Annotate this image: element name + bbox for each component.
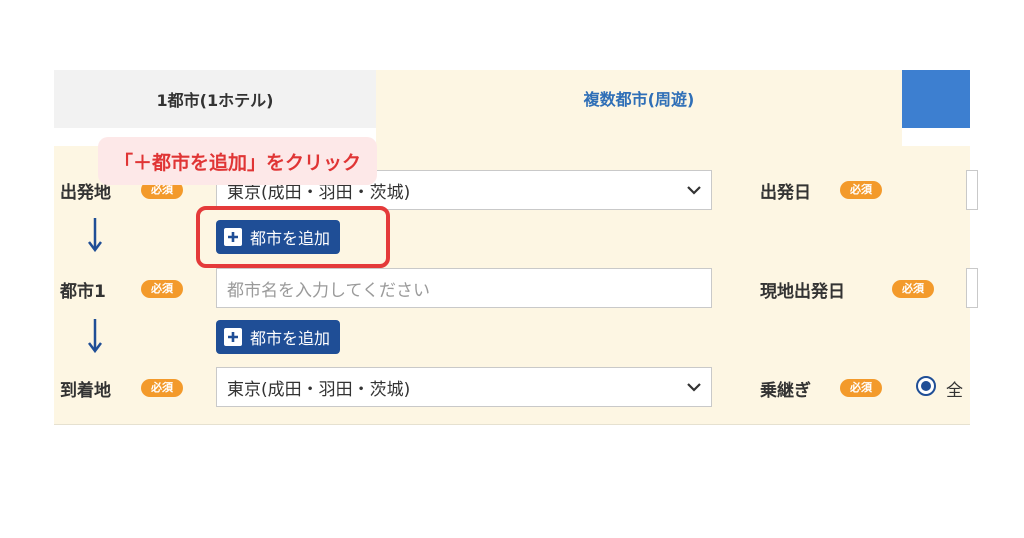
required-badge: 必須 (840, 379, 882, 397)
city1-label: 都市1 (60, 282, 106, 302)
local-departure-date-input[interactable] (966, 268, 978, 308)
callout-text: 「＋都市を追加」をクリック (114, 151, 362, 174)
local-departure-date-label: 現地出発日 (760, 282, 845, 302)
required-badge: 必須 (141, 280, 183, 298)
transfer-option-label: 全 (946, 381, 963, 401)
plus-icon (224, 328, 242, 346)
tab-single-city-label: 1都市(1ホテル) (156, 91, 274, 110)
required-badge: 必須 (141, 379, 183, 397)
tab-multi-city[interactable]: 複数都市(周遊) (376, 70, 902, 150)
departure-date-label: 出発日 (760, 183, 811, 203)
add-city-button-2[interactable]: 都市を追加 (216, 320, 341, 354)
tab-extra[interactable] (902, 70, 970, 128)
transfer-label: 乗継ぎ (760, 381, 811, 401)
required-badge: 必須 (840, 181, 882, 199)
transfer-radio[interactable] (916, 376, 936, 396)
tab-single-city[interactable]: 1都市(1ホテル) (54, 70, 377, 128)
add-city-button-label: 都市を追加 (250, 229, 331, 248)
arrival-value: 東京(成田・羽田・茨城) (227, 379, 411, 400)
add-city-button[interactable]: 都市を追加 (216, 220, 341, 254)
arrival-label: 到着地 (60, 381, 111, 401)
plus-icon (224, 228, 242, 246)
city1-placeholder: 都市名を入力してください (227, 280, 430, 301)
required-badge: 必須 (892, 280, 934, 298)
chevron-down-icon (687, 183, 701, 197)
city1-input[interactable]: 都市名を入力してください (216, 268, 712, 308)
arrow-down-icon (87, 218, 103, 253)
chevron-down-icon (687, 380, 701, 394)
tab-multi-city-label: 複数都市(周遊) (583, 90, 695, 109)
add-city-button-label: 都市を追加 (250, 329, 331, 348)
arrow-down-icon (87, 319, 103, 354)
radio-selected-dot (921, 381, 931, 391)
arrival-select[interactable]: 東京(成田・羽田・茨城) (216, 367, 712, 407)
callout-tooltip: 「＋都市を追加」をクリック (98, 137, 378, 185)
departure-date-input[interactable] (966, 170, 978, 210)
